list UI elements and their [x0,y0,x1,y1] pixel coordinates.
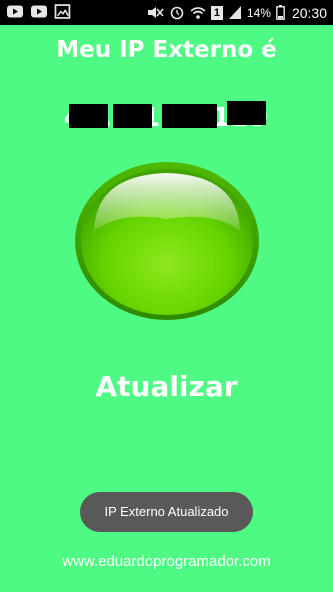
redaction-box [227,101,266,125]
refresh-label[interactable]: Atualizar [0,370,333,403]
mute-icon [147,7,164,18]
notification-icons [6,4,72,19]
gallery-icon [54,4,71,19]
redaction-box [162,104,217,128]
battery-percent: 14% [246,5,271,20]
sim-icon: 1 [210,5,223,20]
redaction-box [113,104,152,128]
alarm-icon [170,6,184,20]
redaction-box [69,104,108,128]
youtube-icon [7,5,23,18]
page-title: Meu IP Externo é [56,37,277,63]
refresh-orb-button[interactable] [74,161,260,321]
clock: 20:30 [291,4,327,21]
youtube-icon [31,5,47,18]
website-link[interactable]: www.eduardoprogramador.com [0,553,333,570]
battery-icon [276,5,285,20]
signal-icon [228,6,241,19]
toast-message: IP Externo Atualizado [80,492,253,532]
status-bar: 1 14% 20:30 [0,0,333,25]
wifi-icon [190,7,206,19]
system-icons: 1 14% 20:30 [146,2,327,23]
